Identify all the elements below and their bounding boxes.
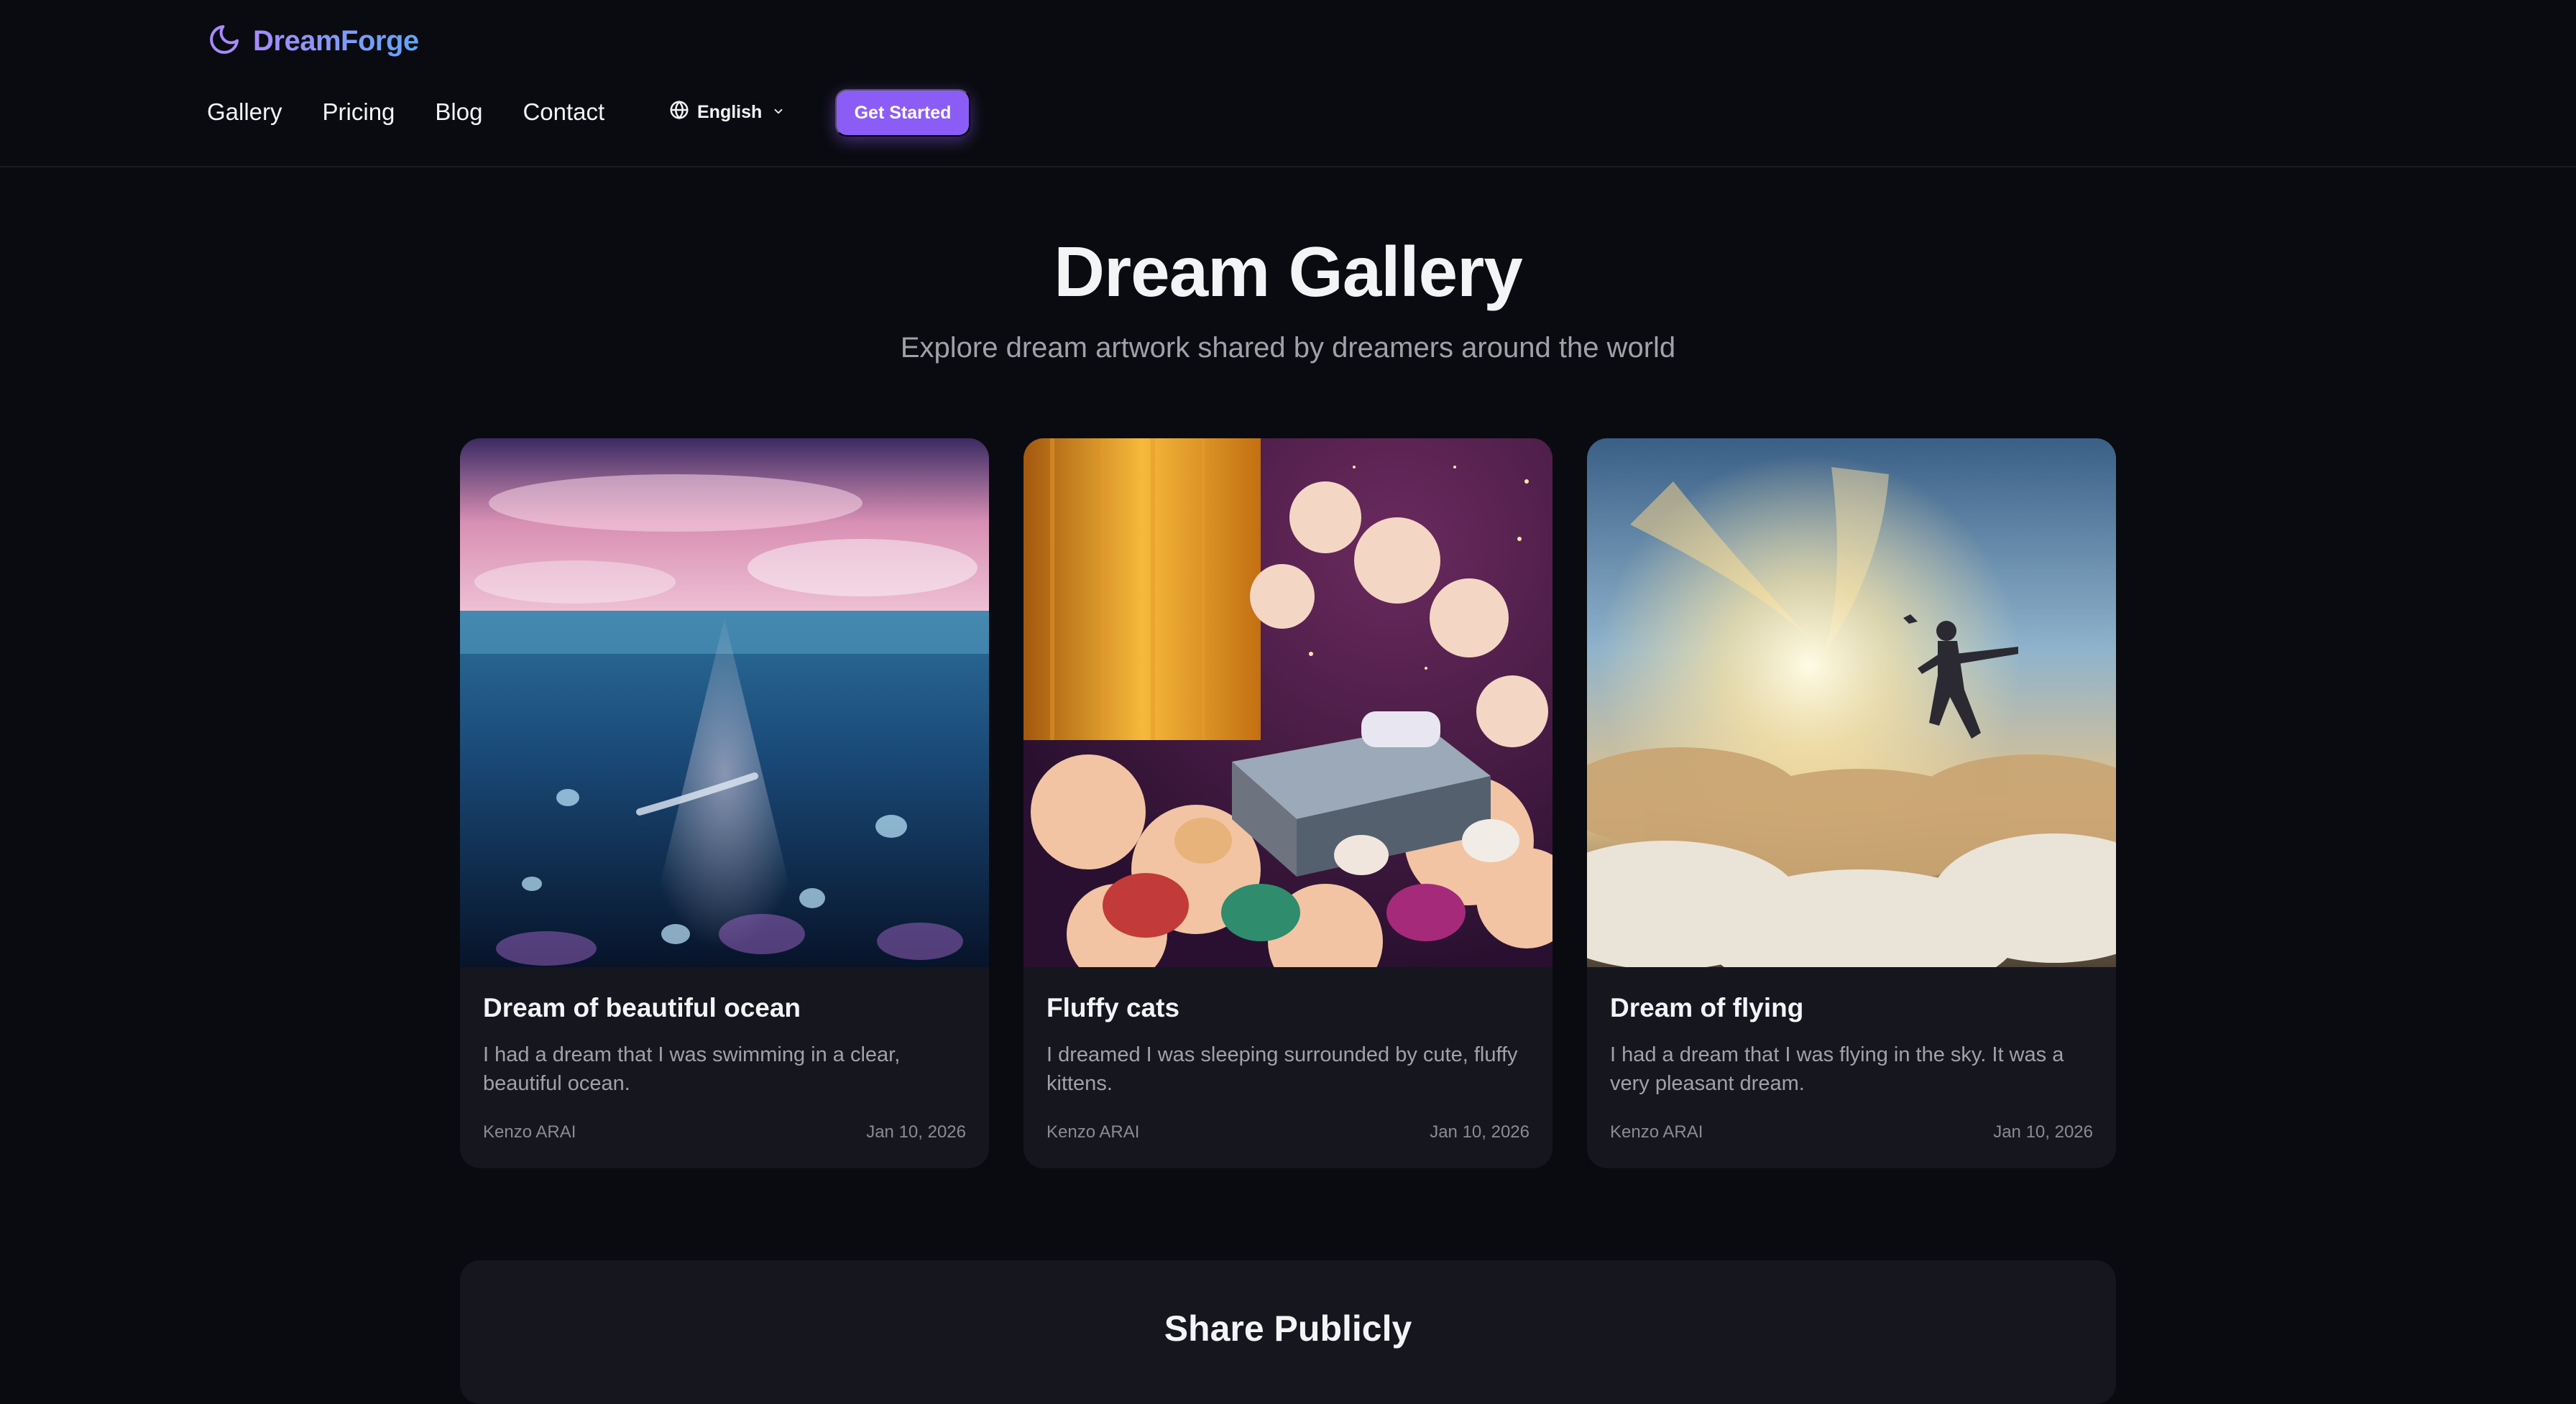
- card-date: Jan 10, 2026: [1430, 1122, 1530, 1142]
- nav-link-gallery[interactable]: Gallery: [207, 98, 282, 126]
- card-author: Kenzo ARAI: [1046, 1122, 1140, 1142]
- brand-name: DreamForge: [253, 24, 419, 57]
- get-started-button[interactable]: Get Started: [835, 89, 970, 137]
- gallery-card-ocean[interactable]: Dream of beautiful ocean I had a dream t…: [460, 438, 989, 1168]
- card-description: I had a dream that I was swimming in a c…: [483, 1043, 901, 1095]
- nav-link-blog[interactable]: Blog: [435, 98, 482, 126]
- card-author: Kenzo ARAI: [1610, 1122, 1703, 1142]
- page-title: Dream Gallery: [1054, 232, 1523, 311]
- main-nav: Gallery Pricing Blog Contact: [207, 89, 645, 135]
- gallery-card-flying[interactable]: Dream of flying I had a dream that I was…: [1587, 438, 2116, 1168]
- card-description: I dreamed I was sleeping surrounded by c…: [1046, 1043, 1518, 1095]
- flying-dream-image: [1587, 438, 2116, 967]
- language-selector[interactable]: English: [668, 96, 785, 128]
- card-title: Dream of beautiful ocean: [483, 993, 801, 1022]
- moon-icon: [207, 22, 242, 60]
- cats-dream-image: [1024, 438, 1552, 967]
- card-date: Jan 10, 2026: [1993, 1122, 2093, 1142]
- share-publicly-section: Share Publicly: [460, 1260, 2116, 1404]
- card-title: Fluffy cats: [1046, 993, 1180, 1022]
- gallery-card-cats[interactable]: Fluffy cats I dreamed I was sleeping sur…: [1024, 438, 1552, 1168]
- share-title: Share Publicly: [1164, 1308, 1412, 1349]
- globe-icon: [668, 99, 690, 126]
- nav-link-pricing[interactable]: Pricing: [323, 98, 395, 126]
- language-label: English: [697, 101, 763, 122]
- site-header: DreamForge Gallery Pricing Blog Contact …: [0, 0, 2576, 167]
- gallery-grid: Dream of beautiful ocean I had a dream t…: [460, 438, 2116, 1168]
- card-description: I had a dream that I was flying in the s…: [1610, 1043, 2064, 1095]
- card-title: Dream of flying: [1610, 993, 1804, 1022]
- chevron-down-icon: [769, 102, 785, 123]
- ocean-dream-image: [460, 438, 989, 967]
- card-date: Jan 10, 2026: [866, 1122, 966, 1142]
- page-subtitle: Explore dream artwork shared by dreamers…: [900, 332, 1676, 364]
- nav-link-contact[interactable]: Contact: [523, 98, 604, 126]
- card-author: Kenzo ARAI: [483, 1122, 576, 1142]
- brand-logo[interactable]: DreamForge: [207, 23, 419, 59]
